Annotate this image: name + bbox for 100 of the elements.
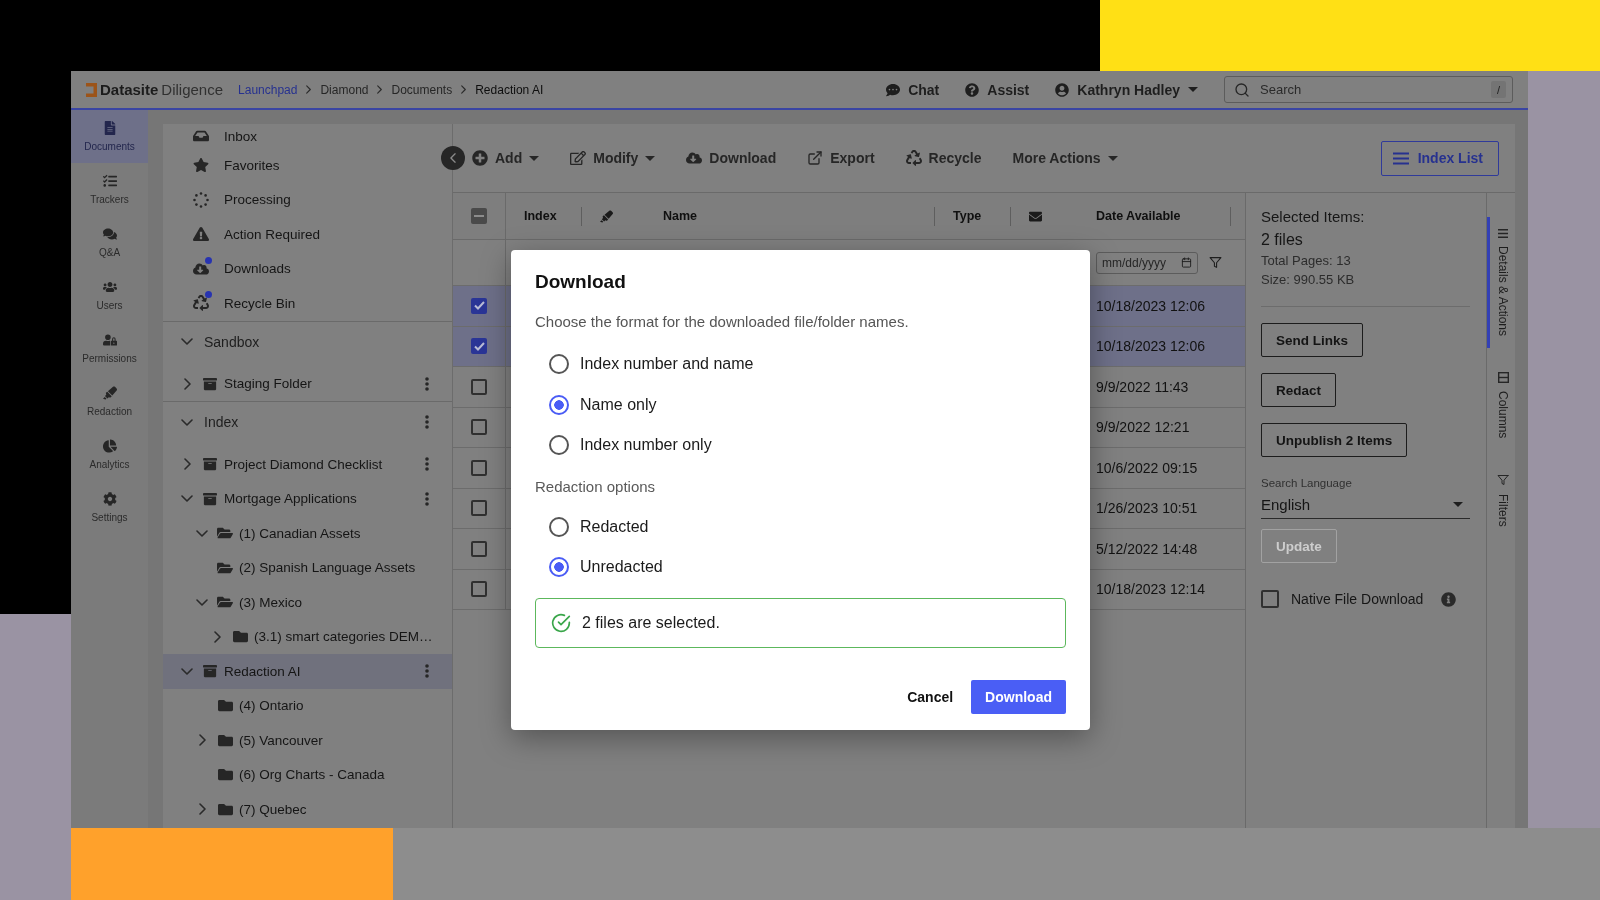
column-header[interactable]: Date Available [1096, 209, 1181, 223]
user-menu-button[interactable]: Kathryn Hadley [1055, 81, 1198, 98]
breadcrumb-link[interactable]: Launchpad [238, 82, 298, 97]
filter-icon[interactable] [1209, 256, 1222, 269]
brand-name: Datasite [100, 81, 159, 98]
rail-item[interactable]: Users [71, 269, 148, 322]
select-all-checkbox[interactable] [471, 208, 487, 224]
chevron-right-icon[interactable] [213, 630, 221, 643]
tree-item[interactable]: (4) Ontario [163, 688, 452, 723]
side-tab[interactable]: Details & Actions [1487, 217, 1516, 349]
radio-option[interactable]: Unredacted [535, 547, 1066, 588]
tree-item[interactable]: Staging Folder [163, 366, 452, 401]
chevron-down-icon[interactable] [181, 418, 193, 426]
toolbar-button[interactable]: Recycle [905, 150, 982, 166]
section-header[interactable]: Sandbox [163, 321, 452, 362]
tree-item[interactable]: Redaction AI [163, 654, 452, 689]
quick-link[interactable]: Recycle Bin [193, 286, 302, 321]
breadcrumb-link[interactable]: Documents [391, 82, 453, 97]
rail-item[interactable]: Documents [71, 110, 148, 163]
chevron-down-icon[interactable] [181, 338, 193, 345]
tree-item[interactable]: (2) Spanish Language Assets [163, 550, 452, 585]
toolbar-button[interactable]: Add [472, 150, 540, 166]
tree-item[interactable]: (3.1) smart categories DEM… [163, 619, 452, 654]
row-checkbox[interactable] [471, 500, 487, 517]
chevron-right-icon[interactable] [183, 377, 191, 390]
radio-button[interactable] [549, 354, 569, 375]
info-icon[interactable] [1441, 591, 1456, 607]
tree-item[interactable]: Project Diamond Checklist [163, 447, 452, 482]
checkbox[interactable] [1261, 590, 1279, 608]
rail-item[interactable]: Settings [71, 481, 148, 534]
language-select[interactable]: English [1261, 491, 1470, 519]
quick-link[interactable]: Action Required [193, 217, 327, 252]
tree-item[interactable]: Mortgage Applications [163, 481, 452, 516]
radio-button[interactable] [549, 557, 569, 578]
chevron-down-icon[interactable] [181, 667, 193, 675]
chevron-down-icon[interactable] [196, 598, 208, 606]
native-download-option[interactable]: Native File Download [1261, 590, 1424, 608]
tree-item[interactable]: (3) Mexico [163, 585, 452, 620]
kebab-menu-icon[interactable] [425, 491, 429, 506]
row-checkbox[interactable] [471, 378, 487, 395]
row-checkbox[interactable] [471, 338, 487, 355]
date-filter-field[interactable]: mm/dd/yyyy [1096, 251, 1198, 274]
row-checkbox[interactable] [471, 540, 487, 557]
search-field[interactable]: Search / [1224, 76, 1513, 103]
action-button[interactable]: Redact [1261, 373, 1336, 407]
download-button[interactable]: Download [971, 680, 1066, 714]
rail-item[interactable]: Q&A [71, 216, 148, 269]
rail-item[interactable]: Analytics [71, 428, 148, 481]
toolbar-button[interactable]: Export [807, 150, 875, 166]
toolbar-button[interactable]: More Actions [1012, 150, 1118, 166]
quick-link[interactable]: Inbox [193, 124, 264, 148]
quick-link[interactable]: Favorites [193, 148, 286, 183]
column-header[interactable]: Type [953, 209, 982, 223]
radio-option[interactable]: Name only [535, 384, 1066, 425]
side-tab[interactable]: Columns [1487, 360, 1516, 451]
radio-button[interactable] [549, 394, 569, 415]
quick-link[interactable]: Downloads [193, 251, 297, 286]
top-bar-button[interactable]: Chat [886, 81, 940, 98]
chevron-right-icon[interactable] [198, 803, 206, 816]
kebab-menu-icon[interactable] [425, 376, 429, 391]
chevron-down-icon[interactable] [196, 529, 208, 537]
row-checkbox[interactable] [471, 581, 487, 598]
tree-item[interactable]: (6) Org Charts - Canada [163, 757, 452, 792]
kebab-menu-icon[interactable] [425, 415, 429, 429]
collapse-button[interactable] [441, 146, 465, 170]
action-button[interactable]: Send Links [1261, 323, 1363, 357]
chevron-right-icon[interactable] [183, 458, 191, 471]
radio-button[interactable] [549, 435, 569, 456]
toolbar-button[interactable]: Modify [570, 150, 656, 166]
row-checkbox[interactable] [471, 419, 487, 436]
radio-option[interactable]: Index number and name [535, 344, 1066, 385]
search-input[interactable]: Search [1260, 79, 1481, 100]
section-header[interactable]: Index [163, 402, 452, 442]
quick-link[interactable]: Processing [193, 182, 297, 217]
tree-item[interactable]: (5) Vancouver [163, 723, 452, 758]
top-bar-button[interactable]: Assist [965, 81, 1030, 98]
side-tab[interactable]: Filters [1487, 462, 1516, 540]
radio-button[interactable] [549, 516, 569, 537]
cancel-button[interactable]: Cancel [907, 680, 954, 714]
archive-box-icon [203, 664, 217, 679]
column-header[interactable]: Name [663, 209, 698, 223]
toolbar-button[interactable]: Download [686, 150, 777, 166]
chevron-right-icon[interactable] [198, 734, 206, 747]
tree-item[interactable]: (7) Quebec [163, 792, 452, 827]
rail-item[interactable]: Redaction [71, 375, 148, 428]
column-header[interactable]: Index [524, 209, 557, 223]
kebab-menu-icon[interactable] [425, 457, 429, 472]
rail-item[interactable]: Permissions [71, 322, 148, 375]
radio-option[interactable]: Index number only [535, 425, 1066, 466]
rail-item[interactable]: Trackers [71, 163, 148, 216]
radio-option[interactable]: Redacted [535, 506, 1066, 547]
row-checkbox[interactable] [471, 459, 487, 476]
kebab-menu-icon[interactable] [425, 664, 429, 679]
date-input[interactable]: mm/dd/yyyy [1102, 254, 1178, 271]
breadcrumb-link[interactable]: Diamond [320, 82, 369, 97]
index-list-button[interactable]: Index List [1380, 140, 1499, 176]
row-checkbox[interactable] [471, 297, 487, 314]
chevron-down-icon[interactable] [181, 495, 193, 503]
action-button[interactable]: Unpublish 2 Items [1261, 423, 1408, 457]
tree-item[interactable]: (1) Canadian Assets [163, 516, 452, 551]
